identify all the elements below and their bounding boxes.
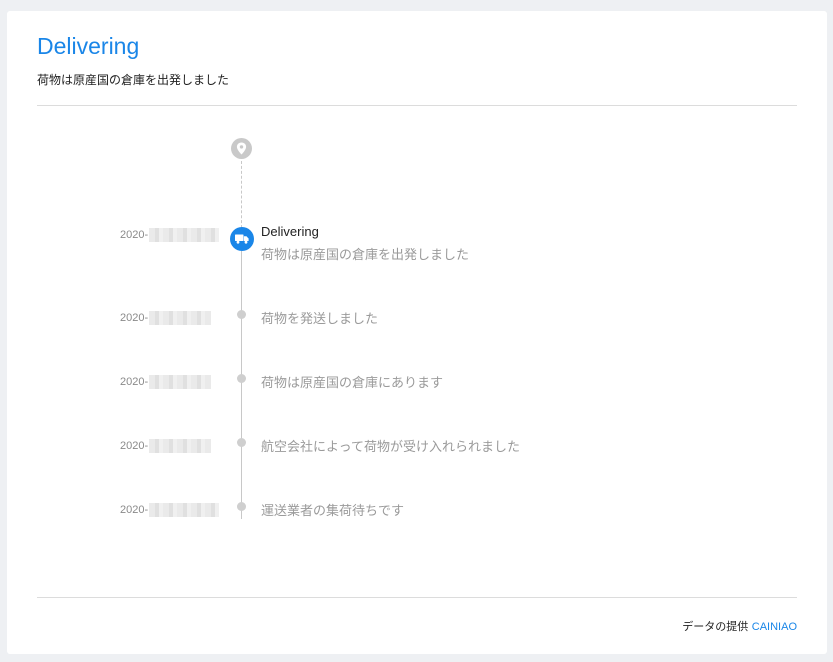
redacted-date (149, 503, 220, 517)
provider-link[interactable]: CAINIAO (752, 621, 797, 633)
event-description: 荷物を発送しました (261, 312, 379, 327)
event-date: 2020- (120, 311, 212, 325)
timeline-dot (237, 374, 246, 383)
event-description: 運送業者の集荷待ちです (261, 504, 405, 519)
tracking-card: Delivering 荷物は原産国の倉庫を出発しました 2020- Delive… (7, 11, 827, 654)
redacted-date (149, 375, 212, 389)
event-date: 2020- (120, 439, 212, 453)
event-description: 航空会社によって荷物が受け入れられました (261, 440, 520, 455)
data-provider-credit: データの提供 CAINIAO (682, 618, 797, 634)
event-date: 2020- (120, 228, 220, 242)
footer-divider (37, 597, 797, 598)
timeline-dot (237, 310, 246, 319)
header-divider (37, 105, 797, 106)
event-date: 2020- (120, 375, 212, 389)
truck-icon (230, 227, 254, 251)
event-date: 2020- (120, 503, 220, 517)
event-description: 荷物は原産国の倉庫にあります (261, 376, 444, 391)
event-status: Delivering (261, 224, 319, 239)
timeline-dot (237, 438, 246, 447)
timeline-rail-upcoming (241, 161, 242, 233)
timeline-rail (241, 251, 242, 519)
status-subtitle: 荷物は原産国の倉庫を出発しました (37, 73, 230, 87)
event-description: 荷物は原産国の倉庫を出発しました (261, 248, 470, 263)
location-pin-icon (231, 138, 252, 159)
status-title: Delivering (37, 33, 140, 59)
provided-by-label: データの提供 (682, 620, 749, 633)
redacted-date (149, 439, 212, 453)
timeline-dot (237, 502, 246, 511)
redacted-date (149, 228, 220, 242)
redacted-date (149, 311, 212, 325)
